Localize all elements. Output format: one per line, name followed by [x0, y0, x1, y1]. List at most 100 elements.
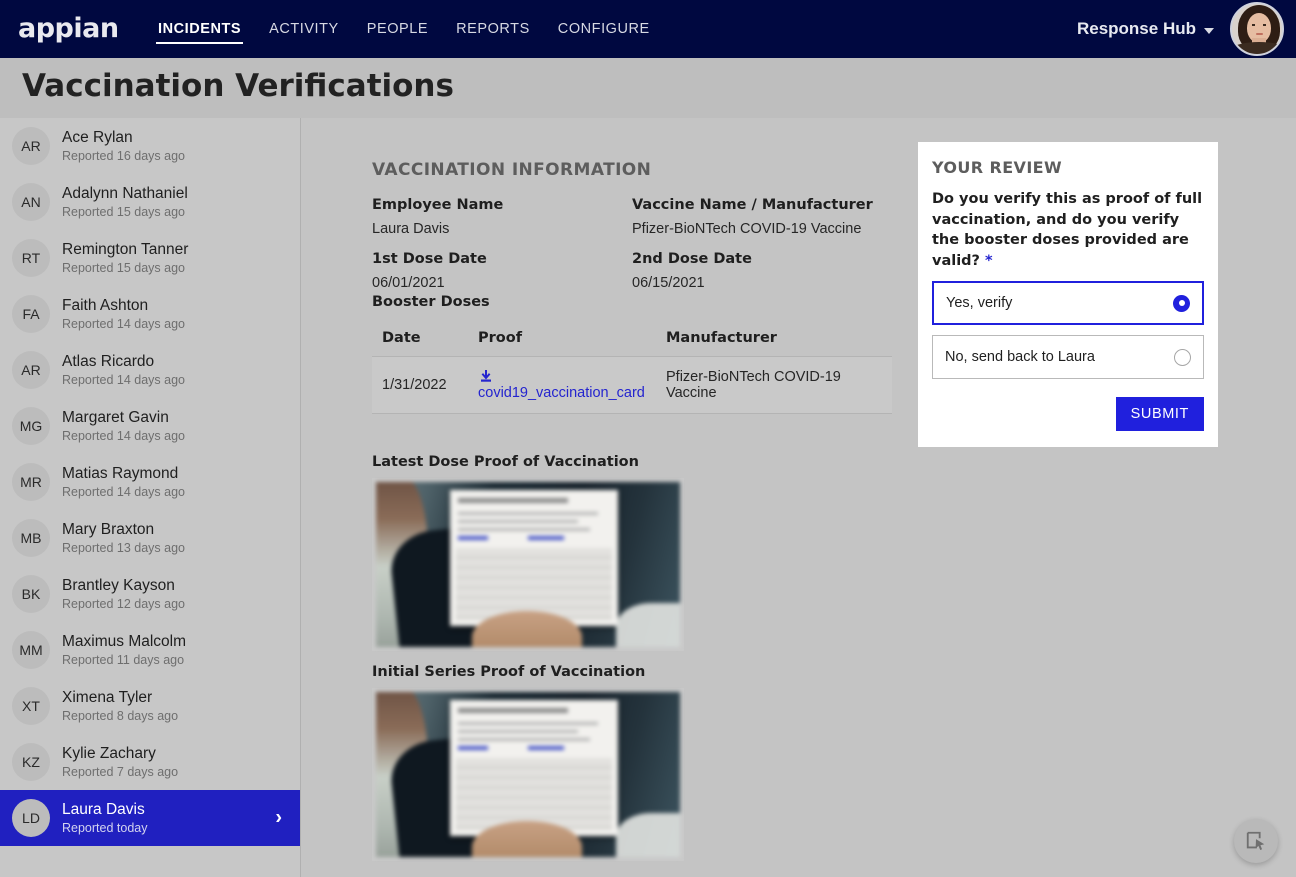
download-icon[interactable]	[478, 369, 494, 384]
list-item-meta: Reported 14 days ago	[62, 428, 186, 443]
list-item-name: Remington Tanner	[62, 240, 189, 258]
list-item-name: Mary Braxton	[62, 520, 155, 538]
nav-link-incidents[interactable]: INCIDENTS	[144, 0, 255, 58]
column-header-date: Date	[372, 324, 468, 357]
table-header: Date Proof Manufacturer	[372, 324, 892, 357]
avatar-initials: MM	[12, 631, 50, 669]
info-field-second-dose-date: 2nd Dose Date 06/15/2021	[632, 251, 892, 291]
initial-series-proof-image[interactable]	[372, 688, 684, 861]
avatar-shoulders	[1234, 42, 1282, 54]
list-item-name: Brantley Kayson	[62, 576, 175, 594]
required-marker: *	[985, 252, 993, 269]
list-item-meta: Reported 14 days ago	[62, 372, 186, 387]
submit-button[interactable]: SUBMIT	[1115, 397, 1204, 432]
review-heading: YOUR REVIEW	[932, 158, 1063, 177]
radio-option-label: No, send back to Laura	[945, 349, 1095, 366]
your-review-card: YOUR REVIEW Do you verify this as proof …	[918, 142, 1218, 448]
avatar-initials: KZ	[12, 743, 50, 781]
list-item-name: Faith Ashton	[62, 296, 149, 314]
photo-card-title	[458, 498, 568, 503]
sidebar-item-adalynn-nathaniel[interactable]: AN Adalynn Nathaniel Reported 15 days ag…	[0, 174, 300, 230]
sidebar-item-remington-tanner[interactable]: RT Remington Tanner Reported 15 days ago…	[0, 230, 300, 286]
sidebar-item-maximus-malcolm[interactable]: MM Maximus Malcolm Reported 11 days ago …	[0, 622, 300, 678]
list-item-name: Adalynn Nathaniel	[62, 184, 188, 202]
photo-card-line	[458, 528, 590, 531]
sidebar-item-faith-ashton[interactable]: FA Faith Ashton Reported 14 days ago ›	[0, 286, 300, 342]
list-item-name: Atlas Ricardo	[62, 352, 155, 370]
avatar[interactable]	[1230, 2, 1284, 56]
nav-link-configure[interactable]: CONFIGURE	[544, 0, 664, 58]
appian-logo[interactable]: appian	[18, 15, 119, 42]
vaccination-card-photo	[376, 482, 680, 647]
sidebar-item-laura-davis[interactable]: LD Laura Davis Reported today ›	[0, 790, 300, 846]
radio-button-selected[interactable]	[1173, 294, 1190, 312]
list-item-meta: Reported 13 days ago	[62, 540, 186, 555]
proof-file-name[interactable]: covid19_vaccination_card	[478, 385, 645, 401]
photo-card-grid	[456, 758, 612, 830]
avatar-initials: XT	[12, 687, 50, 725]
sidebar-item-margaret-gavin[interactable]: MG Margaret Gavin Reported 14 days ago ›	[0, 398, 300, 454]
photo-card-field	[458, 746, 488, 750]
latest-dose-proof-image[interactable]	[372, 478, 684, 651]
review-question: Do you verify this as proof of full vacc…	[932, 189, 1204, 271]
sidebar-item-kylie-zachary[interactable]: KZ Kylie Zachary Reported 7 days ago ›	[0, 734, 300, 790]
avatar-initials: FA	[12, 295, 50, 333]
sidebar-item-ace-rylan[interactable]: AR Ace Rylan Reported 16 days ago ›	[0, 118, 300, 174]
photo-card-field	[528, 746, 564, 750]
field-value: 06/15/2021	[632, 275, 705, 291]
avatar-initials: LD	[12, 799, 50, 837]
initial-series-proof-label: Initial Series Proof of Vaccination	[372, 664, 646, 680]
sidebar-item-mary-braxton[interactable]: MB Mary Braxton Reported 13 days ago ›	[0, 510, 300, 566]
photo-card-field	[528, 536, 564, 540]
radio-button-unselected[interactable]	[1174, 348, 1191, 366]
info-row-1: Employee Name Laura Davis Vaccine Name /…	[372, 197, 892, 237]
photo-card-title	[458, 708, 568, 713]
sidebar-item-matias-raymond[interactable]: MR Matias Raymond Reported 14 days ago ›	[0, 454, 300, 510]
initial-series-proof-block: Initial Series Proof of Vaccination	[372, 664, 684, 861]
hub-selector-label[interactable]: Response Hub	[1077, 19, 1196, 39]
nav-link-people[interactable]: PEOPLE	[353, 0, 442, 58]
sidebar-item-atlas-ricardo[interactable]: AR Atlas Ricardo Reported 14 days ago ›	[0, 342, 300, 398]
list-item-meta: Reported 11 days ago	[62, 652, 185, 667]
avatar-eye-right	[1263, 24, 1266, 26]
cursor-select-icon[interactable]	[1245, 830, 1267, 852]
list-item-name: Ace Rylan	[62, 128, 133, 146]
sidebar-item-brantley-kayson[interactable]: BK Brantley Kayson Reported 12 days ago …	[0, 566, 300, 622]
cell-manufacturer: Pfizer-BioNTech COVID-19 Vaccine	[656, 356, 892, 414]
avatar-initials: AR	[12, 127, 50, 165]
avatar-initials: MG	[12, 407, 50, 445]
photo-card-line	[458, 738, 590, 741]
list-item-name: Maximus Malcolm	[62, 632, 187, 650]
avatar-initials: AN	[12, 183, 50, 221]
nav-link-activity[interactable]: ACTIVITY	[255, 0, 353, 58]
radio-option-no-send-back[interactable]: No, send back to Laura	[932, 335, 1204, 380]
list-item-name: Matias Raymond	[62, 464, 179, 482]
main-content-area: VACCINATION INFORMATION Employee Name La…	[302, 118, 1296, 877]
sidebar-item-ximena-tyler[interactable]: XT Ximena Tyler Reported 8 days ago ›	[0, 678, 300, 734]
submit-row: SUBMIT	[932, 397, 1204, 432]
nav-link-reports[interactable]: REPORTS	[442, 0, 544, 58]
cell-proof: covid19_vaccination_card	[468, 356, 656, 414]
latest-dose-proof-label: Latest Dose Proof of Vaccination	[372, 454, 639, 470]
photo-card-field	[458, 536, 488, 540]
list-item-name: Margaret Gavin	[62, 408, 169, 426]
field-label: 2nd Dose Date	[632, 251, 752, 267]
list-item-meta: Reported 7 days ago	[62, 764, 179, 779]
list-item-meta: Reported 15 days ago	[62, 204, 186, 219]
list-item-meta: Reported 8 days ago	[62, 708, 179, 723]
avatar-initials: RT	[12, 239, 50, 277]
radio-option-label: Yes, verify	[946, 295, 1013, 312]
info-row-2: 1st Dose Date 06/01/2021 2nd Dose Date 0…	[372, 251, 892, 291]
list-item-meta: Reported today	[62, 820, 148, 835]
avatar-initials: MB	[12, 519, 50, 557]
column-header-proof: Proof	[468, 324, 656, 357]
section-title-vaccination-information: VACCINATION INFORMATION	[372, 160, 652, 180]
field-label: Employee Name	[372, 197, 504, 213]
incident-list-sidebar[interactable]: AR Ace Rylan Reported 16 days ago › AN A…	[0, 118, 301, 877]
photo-card-line	[458, 730, 578, 733]
proof-download-link[interactable]: covid19_vaccination_card	[478, 369, 648, 401]
cursor-select-button[interactable]	[1234, 819, 1278, 863]
chevron-down-icon[interactable]	[1204, 27, 1214, 34]
radio-option-yes-verify[interactable]: Yes, verify	[932, 281, 1204, 326]
photo-glow	[616, 603, 680, 647]
